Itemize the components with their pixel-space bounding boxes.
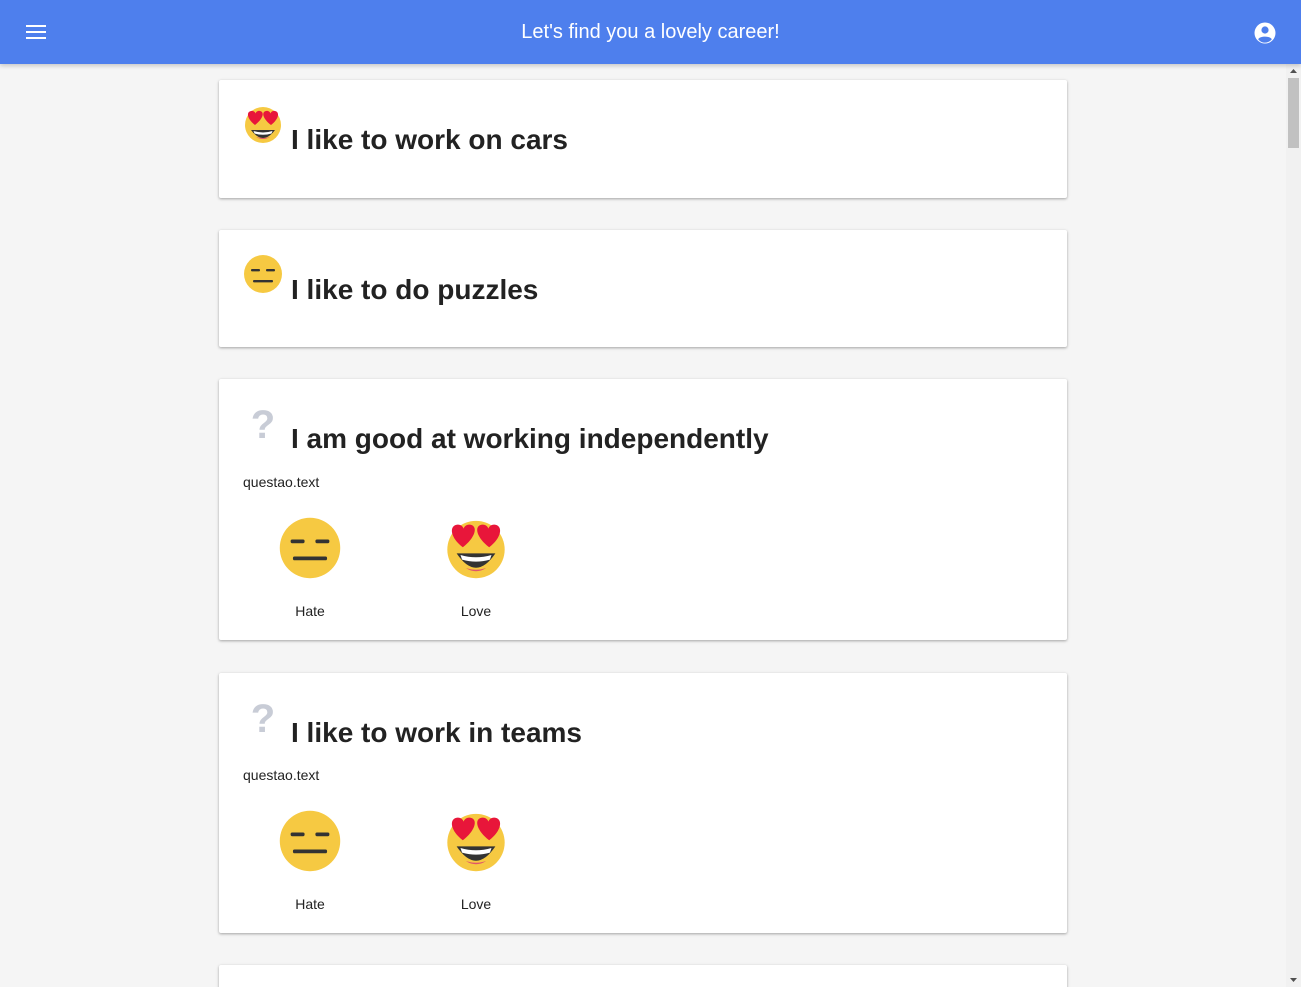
scroll-thumb[interactable] (1288, 78, 1299, 148)
question-title: I like to do puzzles (291, 274, 539, 305)
hate-button[interactable]: Hate (260, 810, 360, 912)
hate-label: Hate (295, 603, 325, 619)
account-circle-icon (1254, 22, 1276, 44)
love-label: Love (460, 603, 492, 619)
scrollbar[interactable] (1286, 64, 1301, 987)
svg-text:?: ? (251, 403, 275, 443)
scroll-up-arrow-icon[interactable] (1286, 64, 1301, 78)
heart-eyes-emoji-icon (245, 107, 281, 143)
hate-label: Hate (295, 896, 325, 912)
question-title: I like to work in teams (291, 717, 582, 748)
account-button[interactable] (1250, 18, 1280, 48)
question-list: I like to work on cars I like to do puzz… (0, 64, 1286, 987)
svg-text:?: ? (251, 697, 275, 737)
hate-button[interactable]: Hate (260, 517, 360, 619)
love-button[interactable]: Love (426, 810, 526, 912)
page-title: Let's find you a lovely career! (521, 21, 780, 43)
neutral-face-emoji-icon (279, 517, 341, 579)
love-button[interactable]: Love (426, 517, 526, 619)
question-card: ? I am good at working independently que… (219, 379, 1067, 640)
app-bar: Let's find you a lovely career! (0, 0, 1301, 64)
question-card: I like to do puzzles (219, 230, 1067, 347)
neutral-face-emoji-icon (279, 810, 341, 872)
question-card (219, 965, 1067, 987)
question-title: I am good at working independently (291, 423, 769, 454)
question-mark-icon: ? (251, 403, 275, 443)
question-card: ? I like to work in teams questao.text H… (219, 673, 1067, 933)
question-card: I like to work on cars (219, 80, 1067, 198)
heart-eyes-emoji-icon (447, 520, 505, 579)
question-title: I like to work on cars (291, 124, 568, 155)
scroll-down-arrow-icon[interactable] (1286, 973, 1301, 987)
question-mark-icon: ? (251, 697, 275, 737)
heart-eyes-emoji-icon (447, 813, 505, 872)
love-label: Love (460, 896, 492, 912)
neutral-face-emoji-icon (244, 255, 282, 293)
question-text: questao.text (243, 767, 320, 783)
question-text: questao.text (243, 474, 320, 490)
